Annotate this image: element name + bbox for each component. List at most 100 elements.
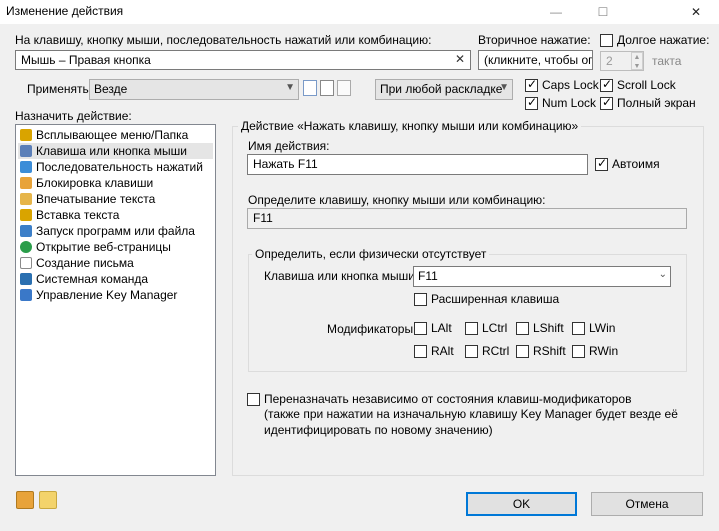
list-item-label: Впечатывание текста bbox=[36, 192, 156, 206]
list-item[interactable]: Системная команда bbox=[18, 271, 213, 287]
remap-note-line1: (также при нажатии на изначальную клавиш… bbox=[264, 407, 678, 421]
scroll-lock-checkbox[interactable]: Scroll Lock bbox=[600, 77, 676, 92]
long-press-box[interactable] bbox=[600, 33, 613, 47]
edit-page-icon[interactable] bbox=[320, 80, 334, 96]
extended-key-label: Расширенная клавиша bbox=[431, 292, 560, 306]
ralt-box[interactable] bbox=[414, 344, 427, 358]
physical-key-label: Клавиша или кнопка мыши bbox=[264, 269, 415, 283]
caps-lock-checkbox[interactable]: Caps Lock bbox=[525, 77, 599, 92]
lctrl-label: LCtrl bbox=[482, 321, 508, 335]
fullscreen-box[interactable] bbox=[600, 95, 613, 110]
mail-icon bbox=[20, 257, 32, 269]
minimize-icon: — bbox=[550, 5, 562, 19]
lshift-box[interactable] bbox=[516, 321, 529, 335]
ralt-label: RAlt bbox=[431, 344, 454, 358]
long-press-label: Долгое нажатие: bbox=[617, 33, 710, 47]
lwin-label: LWin bbox=[589, 321, 616, 335]
physical-key-dropdown[interactable]: F11 ⌄ bbox=[413, 266, 671, 287]
new-page-icon[interactable] bbox=[303, 80, 317, 96]
rctrl-box[interactable] bbox=[465, 344, 478, 358]
define-key-label: Определите клавишу, кнопку мыши или комб… bbox=[248, 193, 546, 207]
num-lock-checkbox[interactable]: Num Lock bbox=[525, 95, 597, 110]
fullscreen-checkbox[interactable]: Полный экран bbox=[600, 95, 696, 110]
remap-box[interactable] bbox=[247, 392, 260, 406]
lwin-box[interactable] bbox=[572, 321, 585, 335]
secondary-press-input[interactable]: (кликните, чтобы опр bbox=[478, 50, 593, 70]
auto-name-box[interactable] bbox=[595, 156, 608, 171]
layout-value: При любой раскладке bbox=[380, 82, 503, 96]
rwin-checkbox[interactable]: RWin bbox=[572, 344, 618, 358]
copy-page-icon[interactable] bbox=[337, 80, 351, 96]
list-item[interactable]: Управление Key Manager bbox=[18, 287, 213, 303]
lshift-checkbox[interactable]: LShift bbox=[516, 321, 564, 335]
caps-lock-label: Caps Lock bbox=[542, 78, 599, 92]
lctrl-box[interactable] bbox=[465, 321, 478, 335]
list-item[interactable]: Вставка текста bbox=[18, 207, 213, 223]
rwin-box[interactable] bbox=[572, 344, 585, 358]
apply-value: Везде bbox=[94, 82, 128, 96]
chevron-down-icon: ▼ bbox=[499, 82, 509, 93]
list-item-label: Всплывающее меню/Папка bbox=[36, 128, 189, 142]
list-item[interactable]: Открытие веб-страницы bbox=[18, 239, 213, 255]
rctrl-checkbox[interactable]: RCtrl bbox=[465, 344, 509, 358]
list-item[interactable]: Всплывающее меню/Папка bbox=[18, 127, 213, 143]
list-item[interactable]: Последовательность нажатий bbox=[18, 159, 213, 175]
lalt-box[interactable] bbox=[414, 321, 427, 335]
define-key-input[interactable]: F11 bbox=[247, 208, 687, 229]
layout-dropdown[interactable]: При любой раскладке ▼ bbox=[375, 79, 513, 100]
lalt-checkbox[interactable]: LAlt bbox=[414, 321, 452, 335]
action-name-value: Нажать F11 bbox=[253, 157, 318, 171]
list-item-label: Последовательность нажатий bbox=[36, 160, 203, 174]
list-item-label: Вставка текста bbox=[36, 208, 120, 222]
num-lock-box[interactable] bbox=[525, 95, 538, 110]
key-field-input[interactable]: Мышь – Правая кнопка bbox=[15, 50, 471, 70]
num-lock-label: Num Lock bbox=[542, 96, 597, 110]
ok-button-label: OK bbox=[512, 497, 531, 511]
action-name-input[interactable]: Нажать F11 bbox=[247, 154, 588, 175]
list-item-label: Клавиша или кнопка мыши bbox=[36, 144, 187, 158]
list-item[interactable]: Запуск программ или файла bbox=[18, 223, 213, 239]
spinner-arrows-icon[interactable]: ▲ ▼ bbox=[631, 52, 643, 70]
apply-dropdown[interactable]: Везде ▼ bbox=[89, 79, 299, 100]
action-type-list[interactable]: Всплывающее меню/Папка Клавиша или кнопк… bbox=[15, 124, 216, 476]
extended-key-box[interactable] bbox=[414, 292, 427, 306]
close-button[interactable]: ✕ bbox=[673, 0, 719, 24]
type-text-icon bbox=[20, 193, 32, 205]
caps-lock-box[interactable] bbox=[525, 77, 538, 92]
lshift-label: LShift bbox=[533, 321, 564, 335]
list-item-label: Блокировка клавиши bbox=[36, 176, 154, 190]
extended-key-checkbox[interactable]: Расширенная клавиша bbox=[414, 292, 559, 306]
apply-label: Применять bbox=[27, 82, 89, 96]
list-item-label: Запуск программ или файла bbox=[36, 224, 195, 238]
clear-icon[interactable]: ✕ bbox=[455, 52, 465, 66]
action-groupbox-title: Действие «Нажать клавишу, кнопку мыши ил… bbox=[238, 119, 582, 133]
key-manager-logo-icon[interactable] bbox=[16, 491, 34, 509]
auto-name-checkbox[interactable]: Автоимя bbox=[595, 156, 660, 171]
ralt-checkbox[interactable]: RAlt bbox=[414, 344, 454, 358]
sequence-icon bbox=[20, 161, 32, 173]
list-item-label: Системная команда bbox=[36, 272, 149, 286]
rshift-box[interactable] bbox=[516, 344, 529, 358]
list-item-selected[interactable]: Клавиша или кнопка мыши bbox=[18, 143, 213, 159]
pause-icon[interactable] bbox=[39, 491, 57, 509]
cancel-button[interactable]: Отмена bbox=[591, 492, 703, 516]
long-press-value: 2 bbox=[606, 54, 613, 68]
system-command-icon bbox=[20, 273, 32, 285]
ok-button[interactable]: OK bbox=[466, 492, 577, 516]
list-item[interactable]: Блокировка клавиши bbox=[18, 175, 213, 191]
lctrl-checkbox[interactable]: LCtrl bbox=[465, 321, 507, 335]
scroll-lock-box[interactable] bbox=[600, 77, 613, 92]
list-item[interactable]: Впечатывание текста bbox=[18, 191, 213, 207]
lwin-checkbox[interactable]: LWin bbox=[572, 321, 615, 335]
chevron-down-icon: ▼ bbox=[285, 82, 295, 93]
list-item[interactable]: Создание письма bbox=[18, 255, 213, 271]
long-press-checkbox[interactable]: Долгое нажатие: bbox=[600, 33, 709, 47]
mouse-icon bbox=[20, 145, 32, 157]
rshift-checkbox[interactable]: RShift bbox=[516, 344, 566, 358]
remap-checkbox[interactable]: Переназначать независимо от состояния кл… bbox=[247, 392, 631, 406]
minimize-button[interactable]: — bbox=[533, 0, 579, 24]
assign-action-label: Назначить действие: bbox=[15, 109, 132, 123]
window-title: Изменение действия bbox=[6, 4, 124, 18]
close-icon: ✕ bbox=[690, 5, 702, 19]
maximize-button[interactable]: ☐ bbox=[580, 0, 626, 24]
